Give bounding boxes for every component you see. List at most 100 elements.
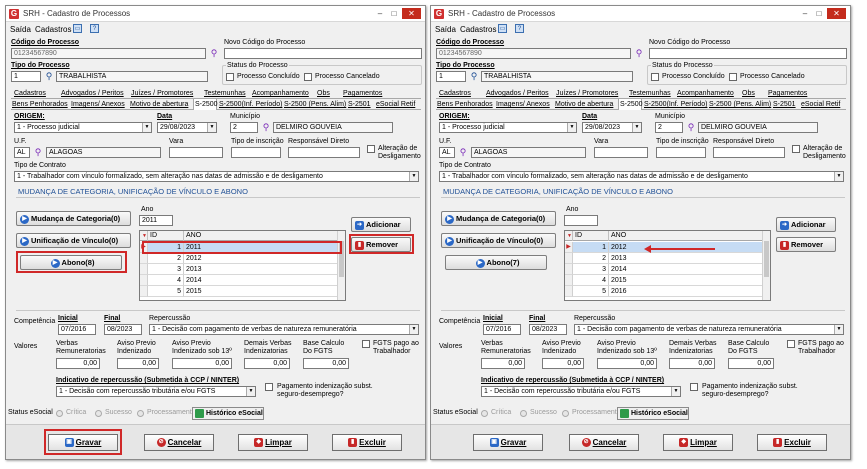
tab-item[interactable]: S-2500 (Pens. Alim) <box>283 99 346 110</box>
valor-field[interactable]: 0,00 <box>56 358 100 369</box>
cancelar-button[interactable]: ⊘ Cancelar <box>569 434 639 451</box>
final-field[interactable]: 08/2023 <box>104 324 142 335</box>
minimize-icon[interactable]: – <box>374 8 386 19</box>
codigo-field[interactable]: 01234567890 <box>11 48 206 59</box>
alteracao-checkbox[interactable] <box>792 145 800 153</box>
tab-item[interactable]: Obs <box>741 88 758 99</box>
grid-scrollbar[interactable] <box>337 231 345 300</box>
scroll-thumb[interactable] <box>339 241 344 277</box>
tab-item[interactable]: S-2500(Inf. Período) <box>218 99 282 110</box>
grid-col-ano[interactable]: ANO <box>609 231 764 241</box>
adicionar-button[interactable]: ➜ Adicionar <box>351 217 411 232</box>
table-row[interactable]: 5 2015 <box>140 286 345 297</box>
menu-cadastros[interactable]: Cadastros <box>35 25 71 34</box>
processamento-radio[interactable] <box>562 410 569 417</box>
tab-item[interactable]: Advogados / Peritos <box>485 88 549 99</box>
excluir-button[interactable]: ▮ Excluir <box>332 434 402 451</box>
gravar-button[interactable]: ▣ Gravar <box>48 434 118 451</box>
table-row[interactable]: 3 2014 <box>565 264 770 275</box>
indicativo-select[interactable]: 1 - Decisão com repercussão tributária e… <box>56 386 256 397</box>
sucesso-radio[interactable] <box>520 410 527 417</box>
limpar-button[interactable]: ◆ Limpar <box>663 434 733 451</box>
processamento-radio[interactable] <box>137 410 144 417</box>
tab-item[interactable]: eSocial Retif <box>800 99 846 110</box>
data-field[interactable]: 29/08/2023 ▼ <box>582 122 642 133</box>
close-icon[interactable]: ✕ <box>402 8 421 19</box>
tab-item[interactable]: Motivo de abertura <box>129 99 189 110</box>
valor-field[interactable]: 0,00 <box>117 358 159 369</box>
novo-codigo-field[interactable] <box>224 48 422 59</box>
chevron-down-icon[interactable]: ▼ <box>142 123 151 132</box>
table-row[interactable]: 5 2016 <box>565 286 770 297</box>
final-field[interactable]: 08/2023 <box>529 324 567 335</box>
tipo-inscricao-field[interactable] <box>656 147 706 158</box>
anos-grid[interactable]: ▼ ID ANO ▶ 1 2011 2 2012 3 2013 4 2014 5… <box>139 230 346 301</box>
tab-item[interactable]: Imagens/ Anexos <box>495 99 552 110</box>
table-row[interactable]: 4 2015 <box>565 275 770 286</box>
concluido-checkbox[interactable] <box>226 73 234 81</box>
tab-item[interactable]: Obs <box>316 88 333 99</box>
municipio-code[interactable]: 2 <box>655 122 683 133</box>
abono-button[interactable]: ▶ Abono(7) <box>445 255 547 270</box>
valor-field[interactable]: 0,00 <box>244 358 290 369</box>
menu-saida[interactable]: Saída <box>10 25 31 34</box>
ano-field[interactable]: 2011 <box>139 215 173 226</box>
alteracao-checkbox[interactable] <box>367 145 375 153</box>
unificacao-vinculo-button[interactable]: ▶ Unificação de Vínculo(0) <box>16 233 131 248</box>
critica-radio[interactable] <box>481 410 488 417</box>
search-icon[interactable]: ⚲ <box>261 122 271 132</box>
tab-item[interactable]: Bens Penhorados <box>436 99 493 110</box>
tab-item[interactable]: Acompanhamento <box>251 88 309 99</box>
monitor-icon[interactable]: ▭ <box>73 24 82 33</box>
origem-select[interactable]: 1 - Processo judicial ▼ <box>439 122 577 133</box>
monitor-icon[interactable]: ▭ <box>498 24 507 33</box>
help-icon[interactable]: ? <box>515 24 524 33</box>
vara-field[interactable] <box>169 147 223 158</box>
data-field[interactable]: 29/08/2023 ▼ <box>157 122 217 133</box>
tipo-processo-code[interactable]: 1 <box>436 71 466 82</box>
menu-saida[interactable]: Saída <box>435 25 456 34</box>
fgts-checkbox[interactable] <box>362 340 370 348</box>
valor-field[interactable]: 0,00 <box>597 358 657 369</box>
abono-button[interactable]: ▶ Abono(8) <box>20 255 122 270</box>
mudanca-categoria-button[interactable]: ▶ Mudança de Categoria(0) <box>441 211 556 226</box>
valor-field[interactable]: 0,00 <box>669 358 715 369</box>
menu-cadastros[interactable]: Cadastros <box>460 25 496 34</box>
table-row[interactable]: ▶ 1 2011 <box>140 242 345 253</box>
repercussao-select[interactable]: 1 - Decisão com pagamento de verbas de n… <box>149 324 419 335</box>
pagamento-checkbox[interactable] <box>265 383 273 391</box>
remover-button[interactable]: ▮ Remover <box>776 237 836 252</box>
repercussao-select[interactable]: 1 - Decisão com pagamento de verbas de n… <box>574 324 844 335</box>
tab-item[interactable]: S-2501 <box>347 99 373 110</box>
tab-item[interactable]: Cadastros <box>13 88 53 99</box>
tab-item[interactable]: Cadastros <box>438 88 478 99</box>
historico-esocial-button[interactable]: Histórico eSocial <box>617 407 689 420</box>
tab-item[interactable]: Acompanhamento <box>676 88 734 99</box>
ano-field[interactable] <box>564 215 598 226</box>
help-icon[interactable]: ? <box>90 24 99 33</box>
search-icon[interactable]: ⚲ <box>634 48 644 58</box>
valor-field[interactable]: 0,00 <box>728 358 774 369</box>
tab-item[interactable]: Advogados / Peritos <box>60 88 124 99</box>
tab-item[interactable]: S-2500 <box>618 98 643 110</box>
close-icon[interactable]: ✕ <box>827 8 846 19</box>
maximize-icon[interactable]: □ <box>388 8 400 19</box>
tab-item[interactable]: Juízes / Promotores <box>555 88 621 99</box>
grid-col-id[interactable]: ID <box>573 231 609 241</box>
inicial-field[interactable]: 07/2016 <box>483 324 521 335</box>
valor-field[interactable]: 0,00 <box>542 358 584 369</box>
cancelado-checkbox[interactable] <box>304 73 312 81</box>
scroll-thumb[interactable] <box>764 241 769 277</box>
tab-item[interactable]: Imagens/ Anexos <box>70 99 127 110</box>
chevron-down-icon[interactable]: ▼ <box>409 325 418 334</box>
chevron-down-icon[interactable]: ▼ <box>834 172 843 181</box>
tab-item[interactable]: Pagamentos <box>767 88 811 99</box>
tab-item[interactable]: S-2501 <box>772 99 798 110</box>
chevron-down-icon[interactable]: ▼ <box>834 325 843 334</box>
responsavel-field[interactable] <box>288 147 360 158</box>
tipo-contrato-select[interactable]: 1 - Trabalhador com vínculo formalizado,… <box>439 171 844 182</box>
mudanca-categoria-button[interactable]: ▶ Mudança de Categoria(0) <box>16 211 131 226</box>
search-icon[interactable]: ⚲ <box>209 48 219 58</box>
tab-item[interactable]: S-2500(Inf. Período) <box>643 99 707 110</box>
search-icon[interactable]: ⚲ <box>458 147 468 157</box>
